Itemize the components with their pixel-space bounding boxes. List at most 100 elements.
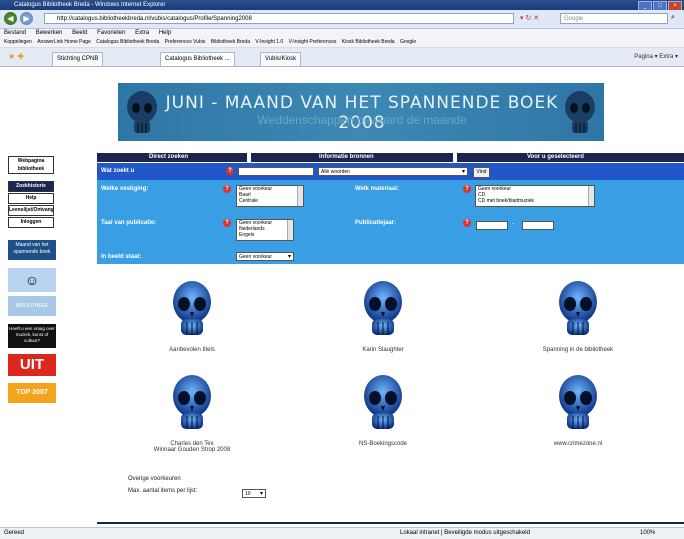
materiaal-label: Welk materiaal: [355, 186, 399, 192]
menu-view[interactable]: Beeld [72, 30, 87, 36]
address-bar: ◀ ▶ http://catalogus.bibliotheekbreda.nl… [0, 10, 684, 29]
skull-icon[interactable] [361, 374, 405, 434]
item-caption[interactable]: Karin Slaughter [308, 347, 458, 353]
skull-icon[interactable] [170, 280, 214, 340]
filter-panel: Welke vestiging: ? Geen voorkeur Baarl C… [97, 180, 684, 264]
security-zone: Lokaal intranet | Beveiligde modus uitge… [400, 530, 530, 536]
year-from-input[interactable] [476, 221, 508, 230]
skull-icon[interactable] [170, 374, 214, 434]
taal-label: Taal van publicatie: [101, 220, 157, 226]
promo-top[interactable]: TOP 2007 [8, 383, 56, 403]
menu-tools[interactable]: Extra [135, 30, 149, 36]
tab-cpnb[interactable]: Stichting CPNB [52, 52, 104, 66]
forward-button[interactable]: ▶ [20, 12, 33, 25]
query-label: Wat zoekt u [101, 168, 135, 174]
scrollbar[interactable] [287, 220, 293, 240]
menu-favorites[interactable]: Favorieten [97, 30, 125, 36]
refresh-stop-icons[interactable]: ▾ ↻ ✕ [520, 13, 556, 24]
scrollbar[interactable] [297, 186, 303, 206]
option[interactable]: Engels [239, 232, 293, 238]
fav-link[interactable]: V-Insight 1.0 [255, 39, 283, 45]
help-icon[interactable]: ? [226, 167, 234, 175]
nav-webpagina[interactable]: Webpagina bibliotheek [8, 156, 54, 174]
max-items-select[interactable]: 10 [242, 489, 266, 499]
skull-icon[interactable] [556, 280, 600, 340]
overige-voorkeuren-link[interactable]: Overige voorkeuren [128, 476, 197, 482]
vestiging-label: Welke vestiging: [101, 186, 149, 192]
banner-subtitle: Weddenschappen bewaard de maande [257, 113, 467, 127]
divider [97, 522, 684, 524]
banner: JUNI - MAAND VAN HET SPANNENDE BOEK 2008… [118, 83, 604, 141]
menu-edit[interactable]: Bewerken [36, 30, 63, 36]
nav-inloggen[interactable]: Inloggen [8, 217, 54, 228]
max-items-label: Max. aantal items per lijst: [128, 488, 198, 494]
help-icon[interactable]: ? [223, 185, 231, 193]
nav-zoekhistorie[interactable]: Zoekhistorie [8, 181, 54, 192]
skull-icon [127, 91, 157, 133]
status-bar: Gereed Lokaal intranet | Beveiligde modu… [0, 527, 684, 539]
tab-voor-u-geselecteerd[interactable]: Voor u geselecteerd [527, 153, 584, 162]
item-caption[interactable]: Spanning in de bibliotheek [503, 347, 653, 353]
item-caption[interactable]: Charles den Tex Winnaar Gouden Strop 200… [117, 441, 267, 453]
fav-link[interactable]: Preferences Vubis [165, 39, 206, 45]
year-dash: - [512, 221, 514, 227]
menu-file[interactable]: Bestand [4, 30, 26, 36]
item-caption[interactable]: Aanbevolen titels [117, 347, 267, 353]
fav-link[interactable]: V-Insight Preferences [289, 39, 337, 45]
promo-uit[interactable]: UIT [8, 354, 56, 376]
vestiging-list[interactable]: Geen voorkeur Baarl Centrale [236, 185, 304, 207]
window-titlebar: Catalogus Bibliotheek Breda - Windows In… [0, 0, 684, 11]
nav-leenslijst[interactable]: Leenslijst/Ontvangen [8, 205, 54, 216]
tab-direct-zoeken[interactable]: Direct zoeken [149, 153, 188, 162]
toolbar-right[interactable]: Pagina ▾ Extra ▾ [634, 53, 678, 60]
promo-maand[interactable]: Maand van het spannende boek [8, 240, 56, 260]
staat-label: In beeld staat: [101, 254, 142, 260]
fav-link[interactable]: Catalogus Bibliotheek Breda [96, 39, 159, 45]
window-title: Catalogus Bibliotheek Breda - Windows In… [14, 2, 166, 8]
favorites-star-icon[interactable]: ★ ✚ [8, 52, 24, 61]
help-icon[interactable]: ? [463, 219, 471, 227]
tab-informatiebronnen[interactable]: Informatie bronnen [319, 153, 374, 162]
zoom-level[interactable]: 100% [640, 528, 655, 539]
fav-link[interactable]: Google [400, 39, 416, 45]
nav-help[interactable]: Help [8, 193, 54, 204]
help-icon[interactable]: ? [463, 185, 471, 193]
favorites-label: Koppelingen [4, 39, 32, 45]
tab-vubis[interactable]: Vubis/Kiosk [260, 52, 302, 66]
jaar-label: Publicatiejaar: [355, 220, 397, 226]
promo-bibliotheek[interactable]: BIBLIOTHEEK BREDA [8, 296, 56, 329]
promo-vraag[interactable]: Heeft u een vraag over muziek, kunst of … [8, 324, 56, 348]
back-button[interactable]: ◀ [4, 12, 17, 25]
fav-link[interactable]: Kiosk Bibliotheek Breda [342, 39, 395, 45]
year-to-input[interactable] [522, 221, 554, 230]
find-button[interactable]: Vind [473, 167, 490, 178]
staat-select[interactable]: Geen voorkeur [236, 252, 294, 262]
taal-list[interactable]: Geen voorkeur Nederlands Engels [236, 219, 294, 241]
tab-catalogus[interactable]: Catalogus Bibliotheek ... [160, 52, 235, 66]
query-input[interactable] [238, 167, 314, 176]
fav-link[interactable]: Bibliotheek Breda [211, 39, 250, 45]
option[interactable]: Centrale [239, 198, 303, 204]
tab-bar: ★ ✚ Stichting CPNB Catalogus Bibliotheek… [0, 48, 684, 67]
option[interactable]: CD met boek/bladmuziek [478, 198, 594, 204]
help-icon[interactable]: ? [223, 219, 231, 227]
url-field[interactable]: http://catalogus.bibliotheekbreda.nl/vub… [44, 13, 514, 24]
promo-children-icon[interactable]: ☺ [8, 268, 56, 292]
scrollbar[interactable] [588, 186, 594, 206]
query-row: Wat zoekt u ? Alle woorden Vind [97, 163, 684, 180]
menu-help[interactable]: Help [159, 30, 171, 36]
menu-bar: Bestand Bewerken Beeld Favorieten Extra … [0, 29, 684, 38]
status-text: Gereed [4, 530, 25, 536]
search-go-icon[interactable]: ⌕ [671, 14, 675, 22]
materiaal-list[interactable]: Geen voorkeur CD CD met boek/bladmuziek [475, 185, 595, 207]
favorites-bar: Koppelingen AnswerLink Home Page Catalog… [0, 38, 684, 48]
fav-link[interactable]: AnswerLink Home Page [37, 39, 91, 45]
search-input[interactable]: Google [560, 13, 668, 24]
skull-icon[interactable] [556, 374, 600, 434]
skull-icon [565, 91, 595, 133]
skull-icon[interactable] [361, 280, 405, 340]
scope-select[interactable]: Alle woorden [318, 167, 468, 177]
bottom-prefs: Overige voorkeuren Max. aantal items per… [128, 476, 197, 494]
item-caption[interactable]: www.crimezone.nl [503, 441, 653, 447]
item-caption[interactable]: NS-Boekingscode [308, 441, 458, 447]
